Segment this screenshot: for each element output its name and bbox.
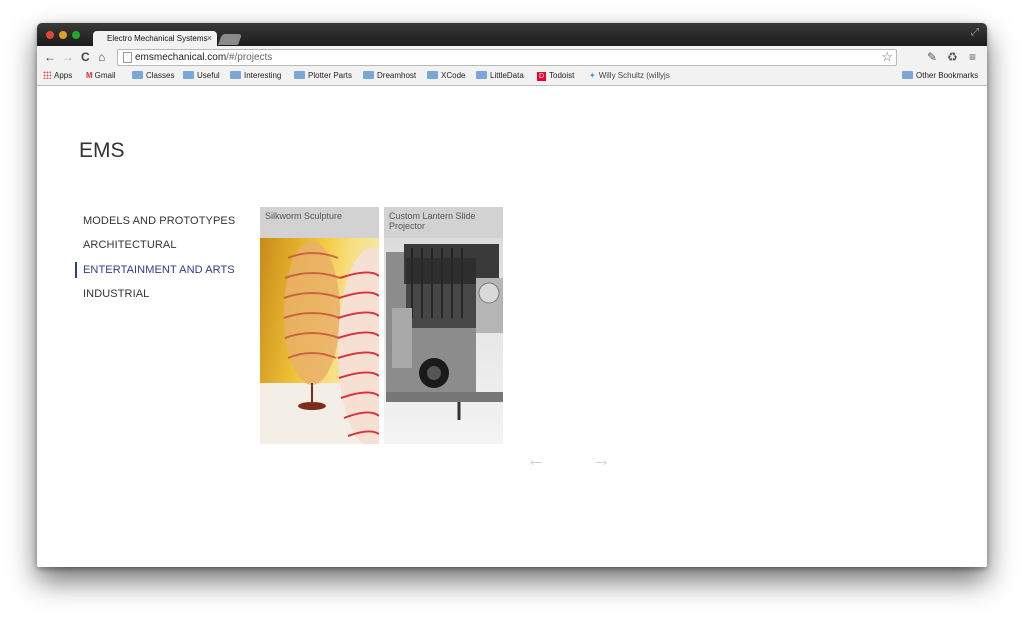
folder-icon [294, 71, 305, 79]
bookmark-label: Dreamhost [377, 71, 417, 80]
twitter-icon: ✦ [589, 71, 596, 80]
url-host: emsmechanical.com [135, 52, 227, 63]
project-title: Custom Lantern Slide Projector [384, 207, 503, 238]
bookmark-label: Plotter Parts [308, 71, 353, 80]
bookmark-plotter-parts[interactable]: Plotter Parts [294, 70, 352, 82]
menu-icon[interactable]: ≡ [969, 49, 976, 65]
folder-icon [363, 71, 374, 79]
silkworm-sculpture-image [260, 241, 379, 444]
browser-toolbar: ← → C ⌂ emsmechanical.com/#/projects ☆ ✎… [37, 46, 987, 68]
bookmark-label: Interesting [244, 71, 282, 80]
project-image-projector [384, 238, 503, 444]
folder-icon [476, 71, 487, 79]
page-icon [123, 52, 132, 63]
folder-icon [902, 71, 913, 79]
bookmarks-bar: Apps M Gmail Classes Useful Interesting P… [37, 68, 987, 86]
category-industrial[interactable]: INDUSTRIAL [83, 288, 149, 300]
browser-window: Electro Mechanical Systems × ⤢ ← → C ⌂ e… [37, 23, 987, 567]
project-image-silkworm [260, 238, 379, 444]
folder-icon [230, 71, 241, 79]
bookmark-label: Classes [146, 71, 175, 80]
category-entertainment-and-arts[interactable]: ENTERTAINMENT AND ARTS [83, 264, 235, 276]
bookmark-useful[interactable]: Useful [183, 70, 220, 82]
bookmark-label: Todoist [549, 71, 575, 80]
bookmark-gmail[interactable]: M Gmail [86, 70, 116, 82]
home-button[interactable]: ⌂ [98, 49, 105, 65]
bookmark-label: Willy Schultz (willyjs [598, 71, 670, 80]
project-card-silkworm-sculpture[interactable]: Silkworm Sculpture [260, 207, 379, 444]
address-bar[interactable]: emsmechanical.com/#/projects ☆ [117, 49, 897, 66]
apps-grid-icon [43, 71, 51, 79]
fullscreen-icon[interactable]: ⤢ [971, 27, 979, 38]
back-button[interactable]: ← [44, 49, 56, 65]
project-title: Silkworm Sculpture [260, 207, 379, 238]
tab-close-icon[interactable]: × [207, 31, 212, 46]
bookmark-apps[interactable]: Apps [43, 70, 72, 82]
bookmark-interesting[interactable]: Interesting [230, 70, 281, 82]
url-text[interactable]: emsmechanical.com/#/projects [135, 50, 272, 65]
todoist-icon: D [537, 72, 546, 81]
extension-icon[interactable]: ✎ [927, 49, 937, 65]
gmail-icon: M [86, 71, 93, 80]
bookmark-star-icon[interactable]: ☆ [881, 49, 893, 65]
bookmark-todoist[interactable]: D Todoist [537, 70, 574, 82]
site-title[interactable]: EMS [79, 139, 125, 163]
projector-image [386, 244, 503, 420]
folder-icon [183, 71, 194, 79]
bookmark-label: XCode [441, 71, 466, 80]
tab-active[interactable]: Electro Mechanical Systems × [93, 31, 217, 46]
prev-arrow-button[interactable]: ← [526, 450, 546, 470]
url-path: /#/projects [226, 52, 273, 63]
recycle-icon[interactable]: ♻ [947, 49, 958, 65]
active-category-indicator [75, 262, 77, 278]
category-architectural[interactable]: ARCHITECTURAL [83, 239, 177, 251]
bookmark-label: Other Bookmarks [916, 71, 979, 80]
bookmark-dreamhost[interactable]: Dreamhost [363, 70, 416, 82]
bookmark-label: LittleData [490, 71, 524, 80]
bookmark-xcode[interactable]: XCode [427, 70, 465, 82]
bookmark-label: Useful [197, 71, 220, 80]
project-card-lantern-slide-projector[interactable]: Custom Lantern Slide Projector [384, 207, 503, 444]
bookmark-littledata[interactable]: LittleData [476, 70, 524, 82]
close-window-button[interactable] [46, 31, 54, 39]
next-arrow-button[interactable]: → [591, 450, 611, 470]
new-tab-button[interactable] [217, 34, 243, 45]
zoom-window-button[interactable] [72, 31, 80, 39]
tab-title: Electro Mechanical Systems [107, 34, 208, 43]
other-bookmarks[interactable]: Other Bookmarks [902, 70, 978, 82]
folder-icon [132, 71, 143, 79]
reload-button[interactable]: C [81, 49, 90, 65]
title-bar: Electro Mechanical Systems × ⤢ [37, 23, 987, 46]
bookmark-twitter[interactable]: ✦ Willy Schultz (willyjs [589, 70, 670, 82]
minimize-window-button[interactable] [59, 31, 67, 39]
bookmark-classes[interactable]: Classes [132, 70, 174, 82]
category-models-and-prototypes[interactable]: MODELS AND PROTOTYPES [83, 215, 235, 227]
bookmark-label: Gmail [94, 71, 116, 80]
forward-button[interactable]: → [62, 49, 74, 65]
page-content: EMS MODELS AND PROTOTYPES ARCHITECTURAL … [37, 86, 987, 567]
bookmark-label: Apps [54, 71, 73, 80]
folder-icon [427, 71, 438, 79]
